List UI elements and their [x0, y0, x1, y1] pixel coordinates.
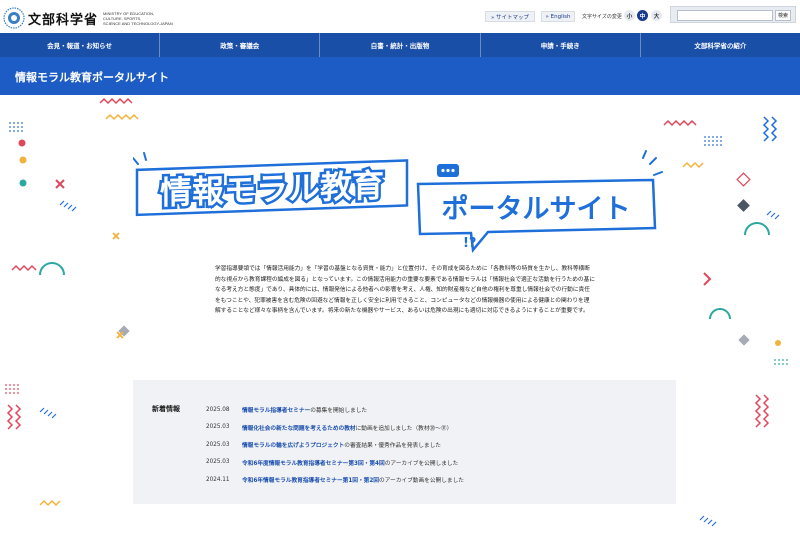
zigzag-decoration [6, 404, 14, 430]
nav-item-policy[interactable]: 政策・審議会 [160, 33, 321, 57]
zigzag-decoration [762, 394, 770, 428]
page-title: 情報モラル教育ポータルサイト [15, 71, 169, 84]
circle-decoration [19, 156, 27, 164]
news-text: の募集を開始しました [310, 408, 368, 415]
arc-decoration [744, 222, 770, 236]
arc-decoration [39, 262, 65, 276]
stripe-decoration [766, 210, 780, 220]
news-list: 2025.08 情報モラル指導者セミナー の募集を開始しました 2025.03 … [206, 401, 666, 489]
hero-title-right: ポータルサイト [442, 194, 631, 225]
news-item: 2024.11 令和6年情報モラル教育指導者セミナー第1回・第2回 のアーカイブ… [206, 471, 666, 489]
font-size-small-button[interactable]: 小 [624, 10, 635, 21]
logo-text: 文部科学省 [28, 12, 99, 28]
search-button[interactable]: 検索 [775, 10, 791, 21]
zigzag-decoration [682, 161, 704, 169]
dot-grid-decoration [774, 359, 788, 365]
news-text: の審査結果・優秀作品を発表しました [344, 443, 441, 450]
global-nav: 会見・報道・お知らせ 政策・審議会 白書・統計・出版物 申請・手続き 文部科学省… [0, 33, 800, 57]
news-date: 2024.11 [206, 476, 230, 483]
dot-grid-decoration [9, 122, 23, 132]
stripe-decoration [59, 200, 77, 212]
zigzag-decoration [663, 119, 697, 127]
news-section: 新着情報 2025.08 情報モラル指導者セミナー の募集を開始しました 202… [133, 380, 676, 504]
zigzag-decoration [39, 499, 61, 507]
stripe-decoration [699, 515, 717, 527]
diamond-decoration [738, 334, 750, 346]
search-input[interactable] [677, 10, 773, 21]
search-box: 検索 [670, 6, 796, 23]
font-size-label: 文字サイズの変更 [582, 14, 622, 20]
news-date: 2025.03 [206, 441, 230, 448]
news-item: 2025.08 情報モラル指導者セミナー の募集を開始しました [206, 401, 666, 419]
zigzag-decoration [770, 116, 778, 142]
dot-grid-decoration [704, 136, 722, 146]
news-text: に動画を追加しました（教材⑳〜㉛） [355, 425, 453, 432]
news-text: のアーカイブ動画を公開しました [379, 478, 464, 485]
english-link[interactable]: » English [541, 11, 575, 22]
news-text: のアーカイブを公開しました [384, 460, 459, 467]
intro-text: 学習指導要領では「情報活用能力」を「学習の基盤となる資質・能力」と位置付け、その… [215, 266, 595, 315]
zigzag-decoration [14, 404, 22, 430]
nav-item-press[interactable]: 会見・報道・お知らせ [0, 33, 161, 57]
news-link[interactable]: 情報モラル指導者セミナー [242, 405, 310, 414]
zigzag-decoration [754, 394, 762, 428]
diamond-decoration [736, 172, 751, 187]
news-link[interactable]: 情報モラルの輪を広げようプロジェクト [242, 440, 344, 449]
zigzag-decoration [11, 264, 37, 272]
news-item: 2025.03 情報モラルの輪を広げようプロジェクト の審査結果・優秀作品を発表… [206, 436, 666, 454]
news-date: 2025.08 [206, 406, 230, 413]
cross-decoration [112, 232, 120, 240]
ministry-emblem-icon [3, 7, 25, 29]
ministry-logo[interactable]: 文部科学省 MINISTRY OF EDUCATION, CULTURE, SP… [3, 6, 173, 30]
nav-item-application[interactable]: 申請・手続き [481, 33, 641, 57]
stripe-decoration [39, 407, 57, 419]
sitemap-link[interactable]: » サイトマップ [485, 11, 535, 22]
font-size-medium-button[interactable]: 中 [637, 10, 648, 21]
arc-decoration [709, 308, 731, 320]
zigzag-decoration [99, 97, 133, 105]
circle-decoration [18, 139, 26, 147]
dot-grid-decoration [5, 384, 19, 394]
zigzag-decoration [105, 113, 139, 121]
hero-bubble-mark: !? [463, 236, 476, 251]
portal-hero-logo: 情報モラル教育 ポータルサイト !? [133, 150, 663, 254]
news-link[interactable]: 令和6年情報モラル教育指導者セミナー第1回・第2回 [242, 475, 379, 484]
zigzag-decoration [762, 116, 770, 142]
nav-item-about[interactable]: 文部科学省の紹介 [641, 33, 800, 57]
chevron-decoration [703, 272, 712, 286]
cross-decoration [55, 179, 65, 189]
logo-en-line: SCIENCE AND TECHNOLOGY-JAPAN [103, 20, 173, 26]
news-link[interactable]: 令和6年度情報モラル教育指導者セミナー第3回・第4回 [242, 458, 385, 467]
diamond-decoration [737, 199, 750, 212]
page-title-band: 情報モラル教育ポータルサイト [0, 57, 800, 95]
logo-english-text: MINISTRY OF EDUCATION, CULTURE, SPORTS, … [103, 11, 173, 26]
circle-decoration [775, 340, 781, 346]
circle-decoration [19, 179, 27, 187]
hero-title-left: 情報モラル教育 [160, 166, 384, 212]
nav-item-whitepaper[interactable]: 白書・統計・出版物 [320, 33, 481, 57]
news-link[interactable]: 情報化社会の新たな問題を考えるための教材 [242, 423, 356, 432]
site-header: 文部科学省 MINISTRY OF EDUCATION, CULTURE, SP… [0, 0, 800, 33]
news-item: 2025.03 情報化社会の新たな問題を考えるための教材 に動画を追加しました（… [206, 419, 666, 437]
news-date: 2025.03 [206, 424, 230, 431]
font-size-large-button[interactable]: 大 [651, 10, 662, 21]
news-item: 2025.03 令和6年度情報モラル教育指導者セミナー第3回・第4回 のアーカイ… [206, 454, 666, 472]
news-heading: 新着情報 [152, 405, 180, 413]
news-date: 2025.03 [206, 459, 230, 466]
cross-decoration [116, 331, 124, 339]
